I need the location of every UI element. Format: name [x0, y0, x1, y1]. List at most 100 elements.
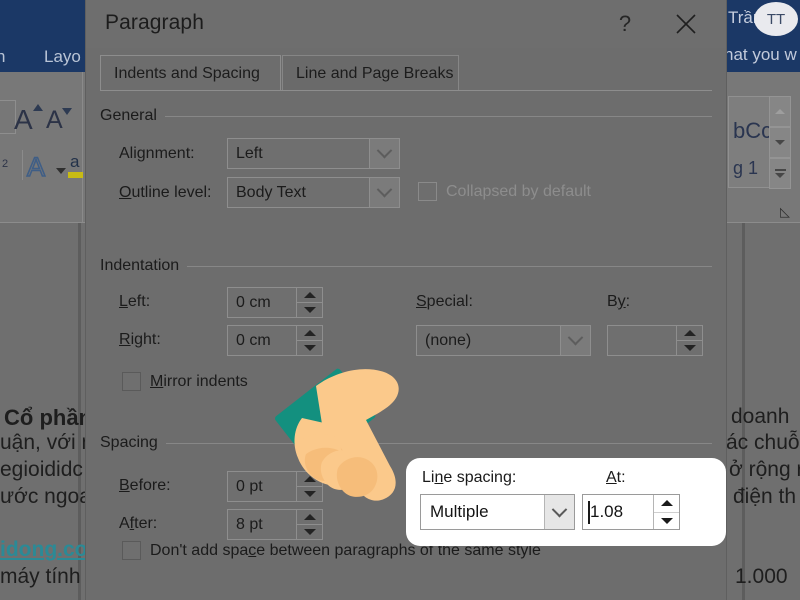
alignment-value: Left: [236, 144, 263, 162]
line-spacing-at-decrement-button[interactable]: [654, 511, 679, 529]
chevron-down-icon: [551, 501, 568, 517]
triangle-down-icon: [303, 345, 316, 351]
text-effects-icon[interactable]: A: [26, 151, 46, 183]
mirror-indents-checkbox-row[interactable]: Mirror indents: [122, 372, 248, 391]
indent-left-value[interactable]: 0 cm: [228, 288, 296, 317]
ribbon-tab-home[interactable]: n: [0, 47, 5, 67]
shrink-font-icon[interactable]: A: [46, 106, 63, 135]
line-spacing-at-spinner[interactable]: 1.08: [582, 494, 680, 530]
triangle-up-icon: [303, 292, 316, 298]
document-text-line: egioididc: [0, 458, 83, 481]
ribbon-group-divider-right: [726, 72, 727, 222]
by-label: By:: [607, 293, 631, 310]
document-text-line: uận, với n: [0, 431, 94, 454]
general-group-header: General: [100, 107, 712, 125]
indent-right-value[interactable]: 0 cm: [228, 326, 296, 355]
document-text-line: điện th: [733, 485, 797, 508]
general-group-label: General: [100, 107, 157, 124]
close-button[interactable]: [666, 7, 706, 41]
dialog-tabs: Indents and Spacing Line and Page Breaks: [100, 55, 712, 91]
outline-level-value: Body Text: [236, 183, 306, 201]
spacing-before-label: Before:: [119, 477, 171, 494]
document-text-line: ở rộng ra: [729, 458, 800, 481]
outline-level-label: Outline level:: [119, 184, 212, 201]
document-text-line: Cổ phần: [4, 405, 92, 430]
tab-line-and-page-breaks[interactable]: Line and Page Breaks: [282, 55, 459, 91]
collapsed-by-default-checkbox[interactable]: [418, 182, 437, 201]
at-label: At:: [606, 469, 626, 486]
ribbon-tab-layout[interactable]: Layo: [44, 47, 81, 67]
pointing-hand-cursor: [272, 358, 472, 548]
superscript-icon[interactable]: 2: [2, 158, 8, 170]
special-label: Special:: [416, 293, 473, 310]
by-spinner[interactable]: [607, 325, 703, 356]
indent-right-spin-buttons[interactable]: [296, 326, 322, 355]
indentation-group-label: Indentation: [100, 257, 180, 274]
styles-scroll-up-button[interactable]: [769, 96, 791, 127]
hand-cursor-illustration: [274, 368, 399, 501]
document-text-line: ước ngoa: [0, 485, 91, 508]
help-button[interactable]: ?: [607, 8, 643, 40]
indent-right-spinner[interactable]: 0 cm: [227, 325, 323, 356]
indent-left-increment-button[interactable]: [297, 288, 322, 302]
line-spacing-at-spin-buttons[interactable]: [653, 495, 679, 529]
styles-more-button[interactable]: [769, 158, 791, 189]
alignment-dropdown-button[interactable]: [369, 139, 399, 168]
grow-font-icon[interactable]: A: [14, 104, 33, 136]
tab-line-and-page-breaks-label: Line and Page Breaks: [296, 64, 454, 82]
style-preview-normal[interactable]: bCc: [733, 118, 772, 144]
document-text-line: 1.000: [735, 565, 788, 588]
tab-indents-and-spacing[interactable]: Indents and Spacing: [100, 55, 281, 91]
outline-level-dropdown-button[interactable]: [369, 178, 399, 207]
ribbon-group-divider-left: [82, 72, 83, 222]
document-hyperlink[interactable]: idong.co: [0, 538, 88, 562]
triangle-down-icon: [303, 307, 316, 313]
more-bar-icon: [774, 169, 786, 171]
collapsed-by-default-checkbox-row[interactable]: Collapsed by default: [418, 182, 591, 201]
indent-left-spinner[interactable]: 0 cm: [227, 287, 323, 318]
special-dropdown-button[interactable]: [560, 326, 590, 355]
outline-level-combobox[interactable]: Body Text: [227, 177, 400, 208]
by-decrement-button[interactable]: [677, 340, 702, 355]
special-combobox[interactable]: (none): [416, 325, 591, 356]
pinky-finger-shape: [336, 457, 378, 497]
triangle-down-icon: [683, 345, 696, 351]
triangle-up-icon: [303, 330, 316, 336]
general-group-rule: [164, 115, 712, 117]
line-spacing-at-increment-button[interactable]: [654, 495, 679, 512]
mirror-indents-checkbox[interactable]: [122, 372, 141, 391]
by-value[interactable]: [608, 326, 676, 355]
special-value: (none): [425, 331, 472, 349]
triangle-up-icon: [660, 500, 673, 507]
indent-right-decrement-button[interactable]: [297, 340, 322, 355]
tab-strip-underline: [100, 90, 712, 91]
by-spin-buttons[interactable]: [676, 326, 702, 355]
styles-dialog-launcher-icon[interactable]: ◺: [780, 204, 790, 220]
document-text-line: ác chuỗ: [726, 431, 800, 454]
tell-me-search-box[interactable]: hat you w: [724, 45, 797, 65]
dialog-title: Paragraph: [105, 11, 204, 34]
text-effects-dropdown-icon[interactable]: [56, 168, 66, 174]
line-spacing-at-value-field[interactable]: 1.08: [583, 495, 653, 529]
avatar[interactable]: TT: [754, 2, 798, 36]
chevron-up-icon: [775, 109, 785, 114]
indent-right-increment-button[interactable]: [297, 326, 322, 340]
chevron-down-icon: [376, 142, 393, 159]
indent-right-label: Right:: [119, 331, 161, 348]
more-chevron-icon: [775, 173, 785, 178]
style-preview-heading1[interactable]: g 1: [733, 158, 758, 179]
chevron-down-icon: [775, 140, 785, 145]
spacing-group-label: Spacing: [100, 434, 158, 451]
indent-left-label: Left:: [119, 293, 151, 310]
document-text-line: doanh: [731, 405, 790, 428]
dont-add-space-checkbox[interactable]: [122, 541, 141, 560]
alignment-combobox[interactable]: Left: [227, 138, 400, 169]
styles-scroll-down-button[interactable]: [769, 127, 791, 158]
by-increment-button[interactable]: [677, 326, 702, 340]
indent-left-spin-buttons[interactable]: [296, 288, 322, 317]
spacing-after-label: After:: [119, 515, 158, 532]
collapsed-by-default-label: Collapsed by default: [446, 182, 591, 200]
line-spacing-dropdown-button[interactable]: [544, 495, 574, 529]
text-highlight-icon[interactable]: a: [70, 152, 79, 172]
indent-left-decrement-button[interactable]: [297, 302, 322, 317]
